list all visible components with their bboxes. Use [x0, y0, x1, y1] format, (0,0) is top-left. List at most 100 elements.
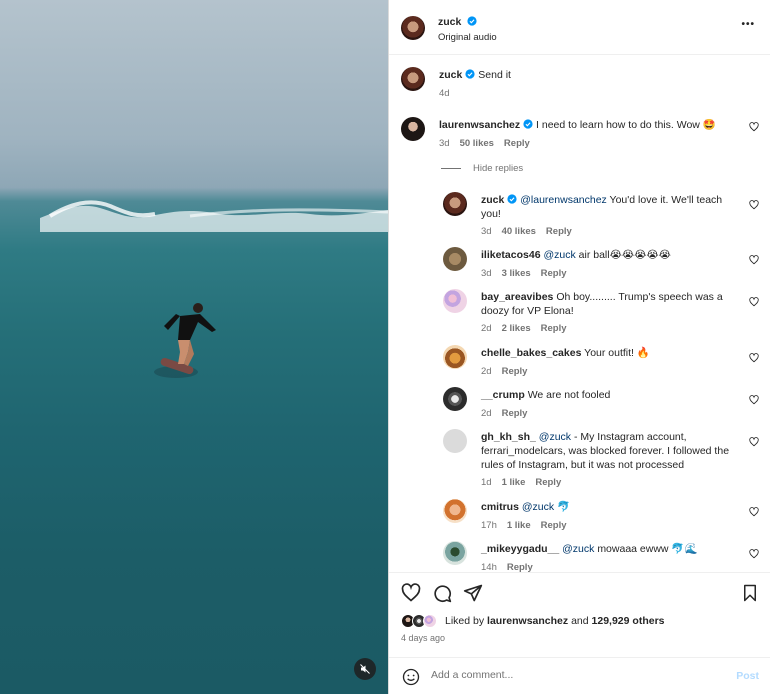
reply-username[interactable]: iliketacos46	[481, 249, 541, 261]
comments-list[interactable]: zuck Send it 4d laurenwsanchez I need to…	[389, 55, 770, 572]
like-comment-icon[interactable]	[749, 549, 759, 559]
caption-text: Send it	[478, 69, 511, 81]
reply-text: air ball😭😭😭😭😭	[578, 249, 671, 261]
mute-icon	[360, 664, 370, 674]
like-comment-icon[interactable]	[749, 437, 759, 447]
liked-by-and: and	[571, 615, 589, 627]
verified-icon	[465, 69, 475, 79]
likes-summary[interactable]: Liked by laurenwsanchez and 129,929 othe…	[401, 614, 665, 628]
liked-by-label: Liked by	[445, 615, 485, 627]
reply-button[interactable]: Reply	[546, 226, 572, 237]
reply-time[interactable]: 2d	[481, 408, 492, 419]
comment-username[interactable]: laurenwsanchez	[439, 119, 520, 131]
reply-likes[interactable]: 40 likes	[502, 226, 536, 237]
avatar[interactable]	[401, 67, 425, 91]
reply-likes[interactable]: 3 likes	[502, 268, 531, 279]
reply-button[interactable]: Reply	[502, 408, 528, 419]
mention-link[interactable]: @zuck	[522, 501, 554, 513]
avatar[interactable]	[443, 192, 467, 216]
avatar[interactable]	[401, 117, 425, 141]
avatar[interactable]	[401, 16, 425, 40]
reply-time[interactable]: 3d	[481, 268, 492, 279]
hide-replies-label: Hide replies	[473, 163, 524, 174]
reply-text: 🐬	[557, 501, 571, 513]
comment-text: I need to learn how to do this. Wow 🤩	[536, 119, 716, 131]
comment-time[interactable]: 3d	[439, 138, 450, 149]
share-icon[interactable]	[463, 583, 483, 603]
likes-count[interactable]: 129,929 others	[592, 615, 665, 627]
reply-username[interactable]: cmitrus	[481, 501, 519, 513]
divider	[441, 167, 461, 169]
post-video[interactable]	[0, 0, 388, 694]
mute-button[interactable]	[354, 658, 376, 680]
like-comment-icon[interactable]	[749, 507, 759, 517]
avatar[interactable]	[443, 541, 467, 565]
reply-button[interactable]: Reply	[541, 520, 567, 531]
post-actions: Liked by laurenwsanchez and 129,929 othe…	[389, 572, 770, 694]
wave-crest	[40, 200, 388, 232]
mention-link[interactable]: @zuck	[543, 249, 575, 261]
like-comment-icon[interactable]	[749, 122, 759, 132]
reply-time[interactable]: 17h	[481, 520, 497, 531]
verified-icon	[507, 194, 517, 204]
reply-time[interactable]: 2d	[481, 323, 492, 334]
comment-likes[interactable]: 50 likes	[460, 138, 494, 149]
reply-username[interactable]: __crump	[481, 389, 525, 401]
avatar[interactable]	[443, 345, 467, 369]
like-comment-icon[interactable]	[749, 255, 759, 265]
reply-username[interactable]: chelle_bakes_cakes	[481, 347, 581, 359]
like-comment-icon[interactable]	[749, 297, 759, 307]
post-comment-button[interactable]: Post	[736, 670, 759, 682]
caption-time[interactable]: 4d	[439, 88, 450, 99]
reply-username[interactable]: bay_areavibes	[481, 291, 553, 303]
reply-button[interactable]: Reply	[541, 323, 567, 334]
mention-link[interactable]: @zuck	[562, 543, 594, 555]
reply-time[interactable]: 2d	[481, 366, 492, 377]
reply-likes[interactable]: 1 like	[502, 477, 526, 488]
like-comment-icon[interactable]	[749, 395, 759, 405]
like-comment-icon[interactable]	[749, 353, 759, 363]
avatar[interactable]	[443, 387, 467, 411]
emoji-icon[interactable]	[402, 668, 420, 686]
reply-username[interactable]: zuck	[481, 194, 504, 206]
avatar	[423, 614, 437, 628]
add-comment-bar: Post	[389, 657, 770, 695]
reply-button[interactable]: Reply	[507, 562, 533, 572]
reply-button[interactable]: Reply	[502, 366, 528, 377]
reply-button[interactable]: Reply	[541, 268, 567, 279]
heart-icon[interactable]	[401, 583, 421, 603]
reply-button[interactable]: Reply	[504, 138, 530, 149]
avatar[interactable]	[443, 247, 467, 271]
more-options-button[interactable]: •••	[741, 19, 755, 30]
liked-by-user[interactable]: laurenwsanchez	[487, 615, 568, 627]
bookmark-icon[interactable]	[741, 583, 759, 603]
caption-username[interactable]: zuck	[439, 69, 462, 81]
avatar[interactable]	[443, 499, 467, 523]
audio-label[interactable]: Original audio	[438, 32, 497, 43]
mention-link[interactable]: @laurenwsanchez	[520, 194, 607, 206]
comment-icon[interactable]	[432, 583, 452, 603]
reply-username[interactable]: _mikeyygadu__	[481, 543, 559, 555]
reply-likes[interactable]: 1 like	[507, 520, 531, 531]
avatar[interactable]	[443, 289, 467, 313]
reply-text: Your outfit! 🔥	[584, 347, 650, 359]
post-panel: zuck Original audio ••• zuck Send it 4d …	[388, 0, 770, 694]
avatar[interactable]	[443, 429, 467, 453]
like-comment-icon[interactable]	[749, 200, 759, 210]
liker-avatars	[401, 614, 441, 628]
comment-input[interactable]	[431, 669, 711, 681]
verified-icon	[467, 16, 477, 26]
reply-button[interactable]: Reply	[535, 477, 561, 488]
reply-time[interactable]: 14h	[481, 562, 497, 572]
reply-username[interactable]: gh_kh_sh_	[481, 431, 536, 443]
post-header: zuck Original audio •••	[389, 0, 770, 55]
post-timestamp[interactable]: 4 days ago	[401, 633, 445, 643]
surfer	[154, 303, 216, 378]
header-username[interactable]: zuck	[438, 16, 461, 28]
reply-likes[interactable]: 2 likes	[502, 323, 531, 334]
hide-replies-button[interactable]: Hide replies	[441, 163, 523, 174]
mention-link[interactable]: @zuck	[539, 431, 571, 443]
reply-time[interactable]: 1d	[481, 477, 492, 488]
verified-icon	[523, 119, 533, 129]
reply-time[interactable]: 3d	[481, 226, 492, 237]
